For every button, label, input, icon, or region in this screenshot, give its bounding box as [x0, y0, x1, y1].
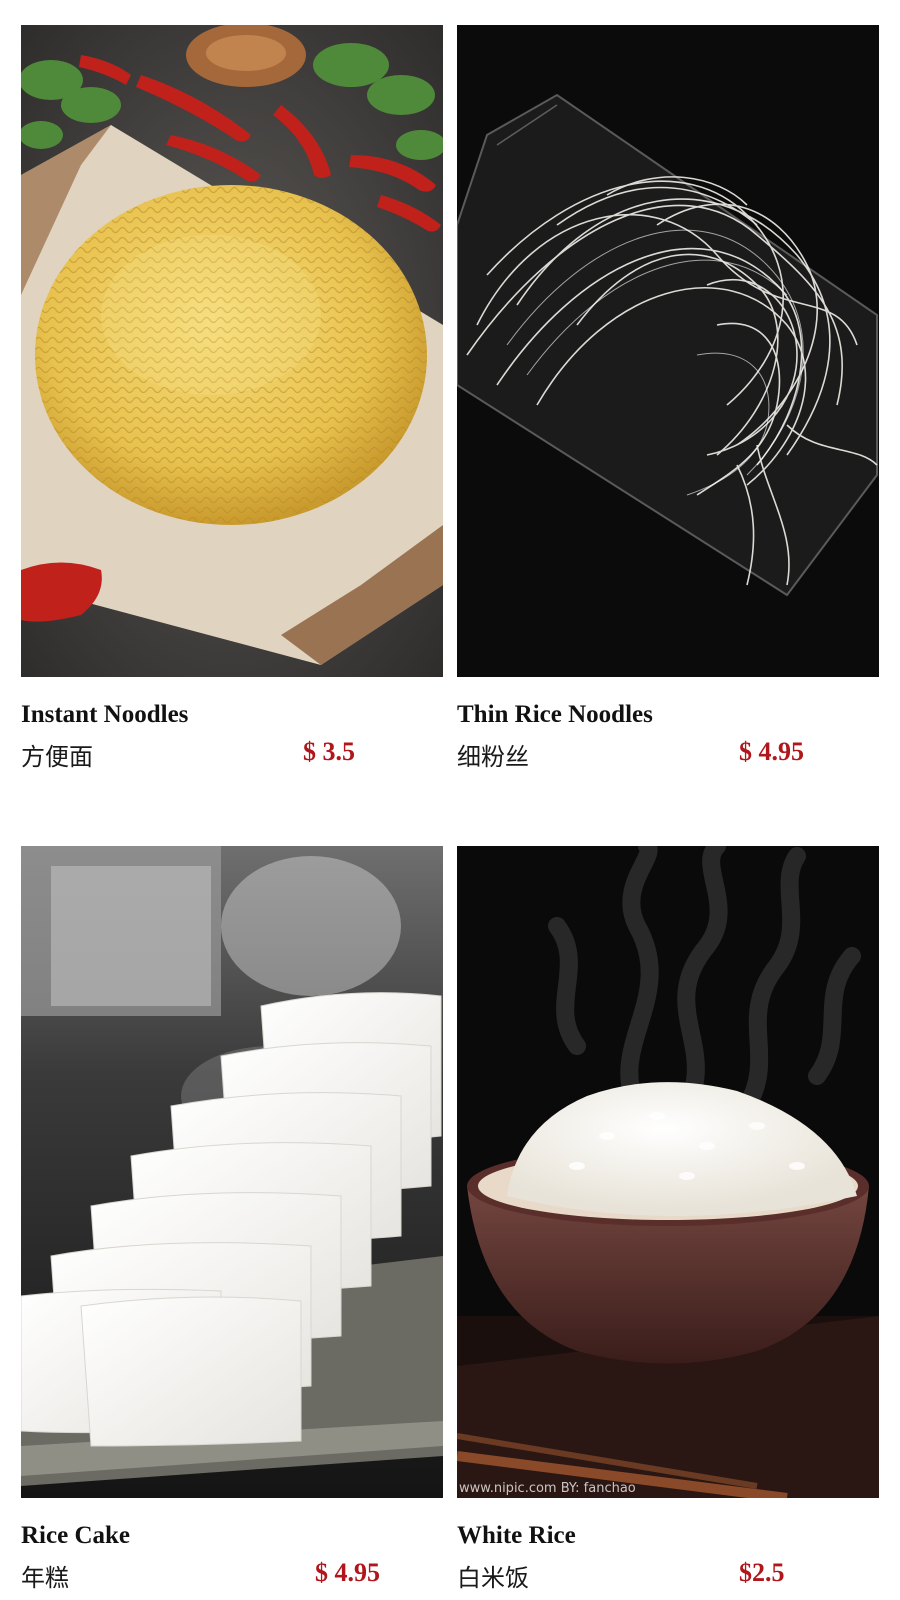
- menu-item-instant-noodles[interactable]: Instant Noodles 方便面 $ 3.5: [21, 25, 443, 771]
- item-name-english: Rice Cake: [21, 1522, 130, 1549]
- menu-item-rice-cake[interactable]: Rice Cake 年糕 $ 4.95: [21, 846, 443, 1592]
- rice-cake-photo: [21, 846, 443, 1498]
- item-name-chinese: 白米饭: [457, 1564, 529, 1592]
- thin-rice-noodles-photo: [457, 25, 879, 677]
- item-name-chinese: 年糕: [21, 1564, 69, 1592]
- item-price: $ 4.95: [739, 737, 804, 766]
- item-name-english: White Rice: [457, 1522, 576, 1549]
- watermark-text: www.nipic.com BY: fanchao: [459, 1481, 636, 1496]
- item-price: $ 4.95: [315, 1558, 380, 1587]
- item-price: $2.5: [739, 1558, 785, 1587]
- white-rice-photo: www.nipic.com BY: fanchao: [457, 846, 879, 1498]
- menu-item-thin-rice-noodles[interactable]: Thin Rice Noodles 细粉丝 $ 4.95: [457, 25, 879, 771]
- item-name-english: Instant Noodles: [21, 701, 189, 728]
- item-name-english: Thin Rice Noodles: [457, 701, 653, 728]
- menu-item-white-rice[interactable]: www.nipic.com BY: fanchao White Rice 白米饭…: [457, 846, 879, 1592]
- item-price: $ 3.5: [303, 737, 355, 766]
- item-name-chinese: 方便面: [21, 743, 93, 771]
- item-name-chinese: 细粉丝: [457, 743, 529, 771]
- instant-noodles-photo: [21, 25, 443, 677]
